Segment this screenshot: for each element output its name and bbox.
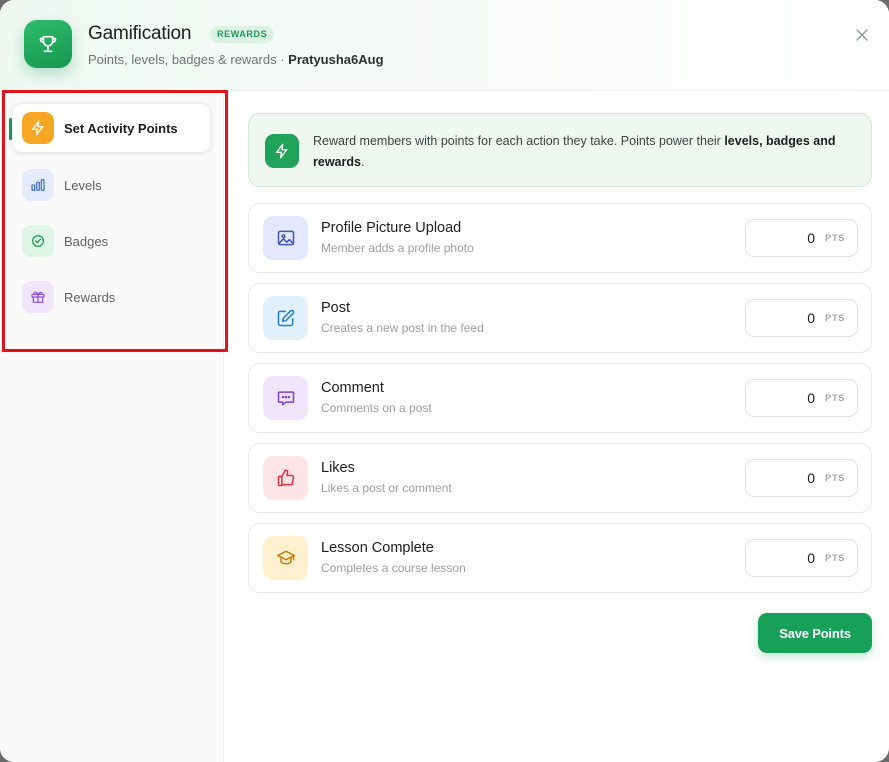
page-subtitle: Points, levels, badges & rewards · Praty…: [88, 52, 384, 67]
sidebar-item-label: Levels: [64, 177, 102, 193]
close-button[interactable]: [851, 24, 873, 46]
points-value: 0: [807, 550, 816, 566]
subtitle-text: Points, levels, badges & rewards ·: [88, 52, 289, 67]
points-unit: PTS: [825, 312, 845, 324]
points-input[interactable]: 0 PTS: [745, 379, 858, 417]
points-unit: PTS: [825, 472, 845, 484]
activity-card-lesson-complete: Lesson Complete Completes a course lesso…: [248, 523, 872, 593]
activity-title: Lesson Complete: [321, 540, 434, 556]
thumbs-up-icon: [263, 456, 308, 500]
activity-description: Likes a post or comment: [321, 481, 452, 495]
info-text-suffix: .: [360, 155, 365, 169]
sidebar-item-label: Rewards: [64, 289, 116, 305]
points-value: 0: [807, 310, 816, 326]
edit-icon: [263, 296, 308, 340]
comment-icon: [263, 376, 308, 420]
gamification-modal: Gamification REWARDS Points, levels, bad…: [0, 0, 889, 762]
activity-title: Profile Picture Upload: [321, 220, 462, 236]
lightning-icon: [22, 112, 54, 144]
activity-card-post: Post Creates a new post in the feed 0 PT…: [248, 283, 872, 353]
badge-check-icon: [22, 225, 54, 257]
activity-description: Creates a new post in the feed: [321, 321, 484, 335]
points-input[interactable]: 0 PTS: [745, 459, 858, 497]
trophy-icon: [24, 20, 72, 68]
activity-card-profile-picture: Profile Picture Upload Member adds a pro…: [248, 203, 872, 273]
activity-title: Comment: [321, 380, 384, 396]
sidebar-item-label: Badges: [64, 233, 109, 249]
points-input[interactable]: 0 PTS: [745, 219, 858, 257]
sidebar-item-rewards[interactable]: Rewards: [12, 272, 211, 322]
points-unit: PTS: [825, 232, 845, 244]
bar-chart-icon: [22, 169, 54, 201]
activity-title: Post: [321, 300, 351, 316]
gift-icon: [22, 281, 54, 313]
rewards-badge: REWARDS: [210, 26, 275, 43]
points-unit: PTS: [825, 552, 845, 564]
username: Pratyusha6Aug: [288, 52, 384, 67]
activity-title: Likes: [321, 460, 355, 476]
info-text: Reward members with points for each acti…: [313, 131, 861, 173]
points-input[interactable]: 0 PTS: [745, 539, 858, 577]
lightning-icon: [265, 134, 299, 168]
info-banner: Reward members with points for each acti…: [248, 113, 872, 187]
points-value: 0: [807, 230, 816, 246]
activity-description: Member adds a profile photo: [321, 241, 474, 255]
close-icon: [856, 29, 868, 41]
activity-card-comment: Comment Comments on a post 0 PTS: [248, 363, 872, 433]
points-value: 0: [807, 470, 816, 486]
activity-card-likes: Likes Likes a post or comment 0 PTS: [248, 443, 872, 513]
sidebar-item-levels[interactable]: Levels: [12, 160, 211, 210]
save-points-button[interactable]: Save Points: [758, 613, 872, 653]
points-input[interactable]: 0 PTS: [745, 299, 858, 337]
sidebar-item-badges[interactable]: Badges: [12, 216, 211, 266]
sidebar-item-set-activity-points[interactable]: Set Activity Points: [12, 103, 211, 153]
info-text-prefix: Reward members with points for each acti…: [313, 134, 725, 148]
points-unit: PTS: [825, 392, 845, 404]
page-title: Gamification: [88, 23, 192, 44]
graduation-cap-icon: [263, 536, 308, 580]
activity-description: Comments on a post: [321, 401, 432, 415]
sidebar-item-label: Set Activity Points: [64, 120, 178, 136]
activity-description: Completes a course lesson: [321, 561, 466, 575]
points-value: 0: [807, 390, 816, 406]
image-icon: [263, 216, 308, 260]
modal-header: Gamification REWARDS Points, levels, bad…: [0, 0, 889, 91]
